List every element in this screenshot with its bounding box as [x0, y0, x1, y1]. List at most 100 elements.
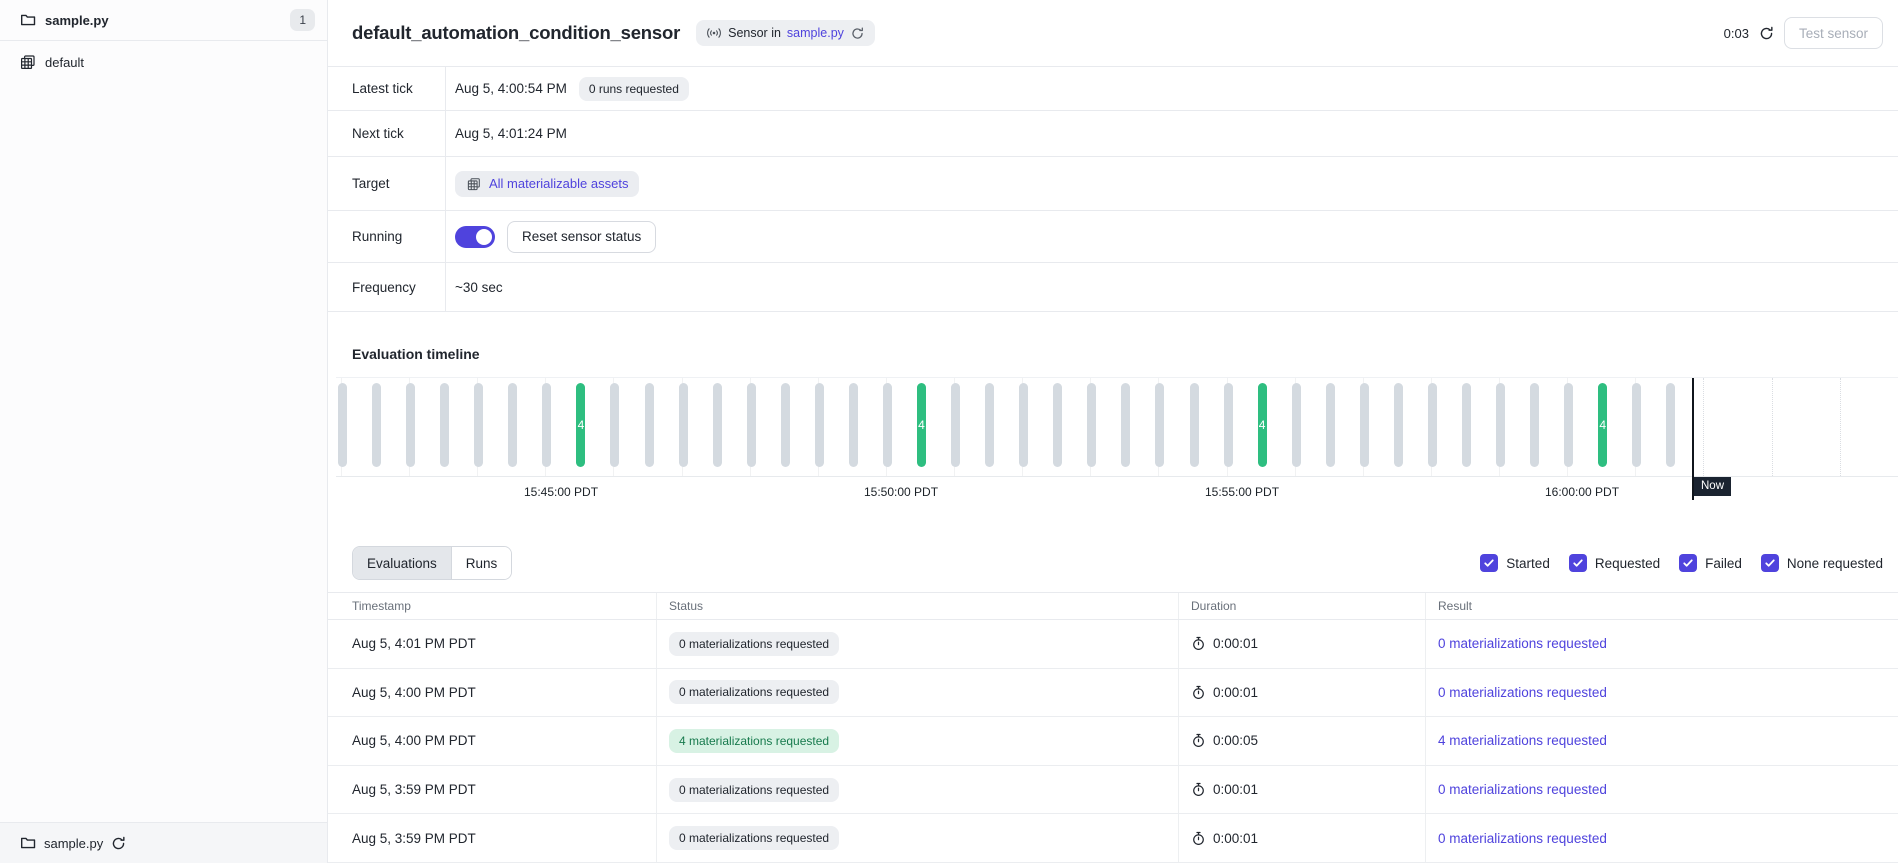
- checkbox-none-requested[interactable]: [1761, 554, 1779, 572]
- timeline-tick-bar-requested[interactable]: 4: [576, 383, 585, 467]
- timeline-tick-bar[interactable]: [542, 383, 551, 467]
- timeline-tick-bar[interactable]: [1019, 383, 1028, 467]
- cell-status: 0 materializations requested: [656, 766, 1178, 814]
- checkbox-failed[interactable]: [1679, 554, 1697, 572]
- timeline-tick-bar[interactable]: [883, 383, 892, 467]
- timeline-tick-bar[interactable]: [338, 383, 347, 467]
- target-assets-label: All materializable assets: [489, 176, 628, 191]
- timeline-tick-bar-requested[interactable]: 4: [1598, 383, 1607, 467]
- sidebar-code-location-header[interactable]: sample.py 1: [0, 0, 327, 41]
- table-row[interactable]: Aug 5, 4:00 PM PDT4 materializations req…: [328, 717, 1898, 766]
- timeline-tick-bar[interactable]: [815, 383, 824, 467]
- duration-value: 0:00:05: [1213, 733, 1258, 748]
- timeline-tick-bar[interactable]: [1564, 383, 1573, 467]
- timeline-tick-bar[interactable]: [1053, 383, 1062, 467]
- result-link[interactable]: 0 materializations requested: [1438, 685, 1607, 700]
- filter-started[interactable]: Started: [1480, 554, 1550, 572]
- timeline-tick-bar[interactable]: [645, 383, 654, 467]
- timeline-tick-bar[interactable]: [1224, 383, 1233, 467]
- target-label: Target: [328, 157, 446, 210]
- toggle-knob: [476, 229, 492, 245]
- checkbox-requested[interactable]: [1569, 554, 1587, 572]
- column-header-timestamp: Timestamp: [328, 593, 656, 619]
- duration-value: 0:00:01: [1213, 636, 1258, 651]
- sidebar-item-default-group[interactable]: default: [0, 45, 327, 79]
- code-location-name: sample.py: [45, 13, 109, 28]
- timeline-tick-bar[interactable]: [1190, 383, 1199, 467]
- timeline-tick-bar[interactable]: [951, 383, 960, 467]
- timeline-tick-bar[interactable]: [1530, 383, 1539, 467]
- view-tabs: Evaluations Runs: [352, 546, 512, 580]
- timeline-tick-bar[interactable]: [1462, 383, 1471, 467]
- timeline-tick-bar[interactable]: [372, 383, 381, 467]
- timeline-tick-bar[interactable]: [1087, 383, 1096, 467]
- timeline-tick-bar[interactable]: [1292, 383, 1301, 467]
- reload-origin-icon[interactable]: [851, 26, 865, 40]
- result-link[interactable]: 0 materializations requested: [1438, 831, 1607, 846]
- reset-sensor-status-button[interactable]: Reset sensor status: [507, 221, 656, 253]
- timeline-tick-bar[interactable]: [747, 383, 756, 467]
- filter-requested[interactable]: Requested: [1569, 554, 1660, 572]
- timeline-tick-bar[interactable]: [1326, 383, 1335, 467]
- timeline-tick-bar[interactable]: [849, 383, 858, 467]
- timeline-title: Evaluation timeline: [352, 346, 1898, 362]
- timeline-tick-bar[interactable]: [474, 383, 483, 467]
- timeline-tick-bar[interactable]: [1632, 383, 1641, 467]
- table-row[interactable]: Aug 5, 3:59 PM PDT0 materializations req…: [328, 766, 1898, 815]
- test-sensor-button[interactable]: Test sensor: [1784, 17, 1883, 49]
- header-actions: 0:03 Test sensor: [1724, 17, 1883, 49]
- checkbox-started[interactable]: [1480, 554, 1498, 572]
- timeline-tick-bar[interactable]: [1428, 383, 1437, 467]
- timeline-tick-bar-requested[interactable]: 4: [917, 383, 926, 467]
- tab-runs[interactable]: Runs: [452, 547, 512, 579]
- sensor-origin-link[interactable]: sample.py: [787, 26, 844, 40]
- asset-grid-icon: [467, 176, 481, 190]
- cell-duration: 0:00:01: [1178, 669, 1425, 717]
- running-value-cell: Reset sensor status: [446, 211, 656, 262]
- duration-value: 0:00:01: [1213, 782, 1258, 797]
- sensor-origin-badge: Sensor in sample.py: [696, 20, 875, 46]
- tab-evaluations[interactable]: Evaluations: [353, 547, 452, 579]
- cell-status: 0 materializations requested: [656, 814, 1178, 862]
- cell-result: 0 materializations requested: [1425, 669, 1898, 717]
- stopwatch-icon: [1191, 685, 1206, 700]
- table-row[interactable]: Aug 5, 3:59 PM PDT0 materializations req…: [328, 814, 1898, 863]
- timeline-tick-bar[interactable]: [1394, 383, 1403, 467]
- timeline-tick-bar[interactable]: [1666, 383, 1675, 467]
- reload-location-icon[interactable]: [111, 836, 126, 851]
- sidebar-item-label: default: [45, 55, 84, 70]
- table-row[interactable]: Aug 5, 4:01 PM PDT0 materializations req…: [328, 620, 1898, 669]
- now-marker-label: Now: [1694, 477, 1731, 496]
- table-header-row: TimestampStatusDurationResult: [328, 592, 1898, 620]
- timeline-tick-bar-requested[interactable]: 4: [1258, 383, 1267, 467]
- timeline-tick-bar[interactable]: [1155, 383, 1164, 467]
- cell-duration: 0:00:05: [1178, 717, 1425, 765]
- target-assets-link[interactable]: All materializable assets: [455, 171, 639, 197]
- result-link[interactable]: 0 materializations requested: [1438, 782, 1607, 797]
- timeline-tick-bar[interactable]: [679, 383, 688, 467]
- status-badge: 0 materializations requested: [669, 680, 839, 704]
- timeline-tick-bar[interactable]: [1121, 383, 1130, 467]
- timeline-tick-bar[interactable]: [440, 383, 449, 467]
- running-toggle[interactable]: [455, 226, 495, 248]
- filter-none-requested[interactable]: None requested: [1761, 554, 1883, 572]
- sidebar: sample.py 1 default sample.py: [0, 0, 328, 863]
- timeline-tick-bar[interactable]: [781, 383, 790, 467]
- result-link[interactable]: 4 materializations requested: [1438, 733, 1607, 748]
- table-row[interactable]: Aug 5, 4:00 PM PDT0 materializations req…: [328, 669, 1898, 718]
- timeline-axis-tick-label: 15:50:00 PDT: [864, 485, 938, 499]
- timeline-tick-bar[interactable]: [1360, 383, 1369, 467]
- timeline-tick-bar[interactable]: [713, 383, 722, 467]
- next-tick-value: Aug 5, 4:01:24 PM: [446, 111, 567, 156]
- timeline-gridline: [1840, 378, 1841, 476]
- timeline-tick-bar[interactable]: [508, 383, 517, 467]
- timeline-tick-bar[interactable]: [406, 383, 415, 467]
- timeline-tick-bar[interactable]: [1496, 383, 1505, 467]
- timeline-tick-bar[interactable]: [985, 383, 994, 467]
- filter-failed[interactable]: Failed: [1679, 554, 1742, 572]
- refresh-icon[interactable]: [1759, 26, 1774, 41]
- frequency-label: Frequency: [328, 263, 446, 311]
- result-link[interactable]: 0 materializations requested: [1438, 636, 1607, 651]
- timeline-tick-bar[interactable]: [610, 383, 619, 467]
- frequency-row: Frequency ~30 sec: [328, 263, 1898, 312]
